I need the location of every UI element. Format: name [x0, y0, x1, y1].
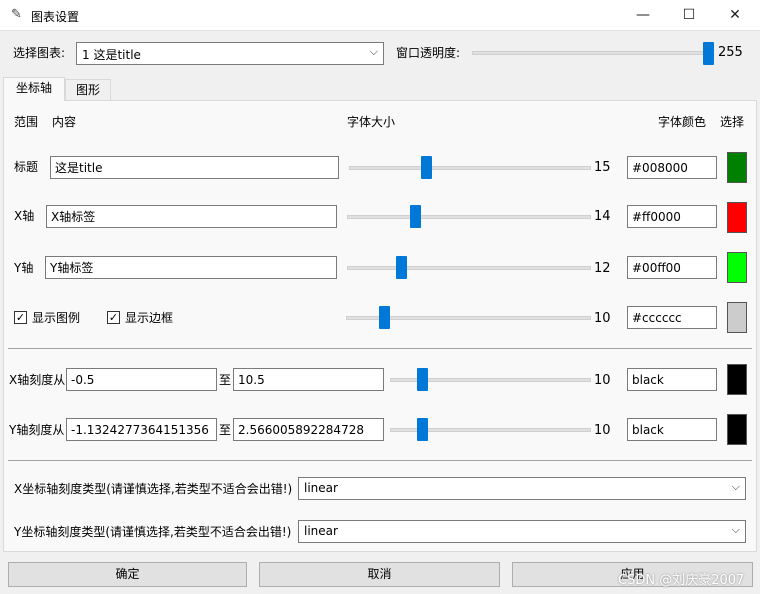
minimize-button[interactable]: — [620, 0, 666, 30]
watermark-text: CSDN @刘庆豪2007 [618, 573, 745, 588]
xaxis-size-slider[interactable] [347, 215, 591, 219]
ytick-from-field[interactable]: -1.1324277364151356 [66, 418, 217, 441]
xaxis-size-slider-thumb[interactable] [409, 205, 421, 228]
yaxis-size-slider[interactable] [347, 266, 591, 270]
chart-select-value: 1 这是title [82, 48, 141, 62]
xtick-size-value: 10 [594, 373, 611, 388]
legend-size-value: 10 [594, 311, 611, 326]
divider [8, 348, 752, 349]
x-scale-type-select[interactable]: linear ⌵ [298, 477, 746, 500]
opacity-value: 255 [718, 45, 743, 60]
xaxis-label-field[interactable]: X轴标签 [46, 205, 337, 228]
opacity-slider[interactable] [472, 51, 714, 55]
header-content: 内容 [52, 115, 77, 129]
legend-color-button[interactable] [727, 302, 747, 333]
header-scope: 范围 [14, 115, 39, 129]
title-size-value: 15 [594, 160, 611, 175]
legend-size-slider-thumb[interactable] [378, 306, 390, 329]
xtick-to-field[interactable]: 10.5 [233, 368, 384, 391]
title-row-label: 标题 [14, 160, 39, 174]
show-border-checkbox[interactable]: ✓ [107, 311, 120, 324]
header-choose: 选择 [720, 115, 745, 129]
header-font-color: 字体颜色 [658, 115, 707, 129]
xaxis-color-field[interactable]: #ff0000 [627, 205, 717, 228]
y-scale-type-value: linear [304, 524, 338, 538]
y-scale-type-label: Y坐标轴刻度类型(请谨慎选择,若类型不适合会出错!) [14, 525, 292, 539]
title-size-slider-thumb[interactable] [420, 156, 432, 179]
chevron-down-icon: ⌵ [731, 523, 740, 536]
xaxis-size-value: 14 [594, 209, 611, 224]
xtick-size-slider-thumb[interactable] [416, 368, 428, 391]
xaxis-row-label: X轴 [14, 209, 35, 223]
yaxis-color-button[interactable] [727, 252, 747, 283]
maximize-button[interactable]: ☐ [666, 0, 712, 30]
x-scale-type-label: X坐标轴刻度类型(请谨慎选择,若类型不适合会出错!) [14, 482, 293, 496]
ytick-to-field[interactable]: 2.566005892284728 [233, 418, 384, 441]
yaxis-size-value: 12 [594, 261, 611, 276]
opacity-slider-thumb[interactable] [703, 42, 714, 65]
window-title: 图表设置 [31, 10, 80, 24]
ytick-to-label: 至 [219, 423, 232, 437]
show-legend-label: 显示图例 [32, 311, 81, 325]
xtick-to-label: 至 [219, 373, 232, 387]
xtick-color-button[interactable] [727, 364, 747, 395]
show-legend-checkbox[interactable]: ✓ [14, 311, 27, 324]
yaxis-size-slider-thumb[interactable] [395, 256, 407, 279]
title-color-button[interactable] [727, 152, 747, 183]
header-font-size: 字体大小 [347, 115, 396, 129]
ytick-size-value: 10 [594, 423, 611, 438]
yaxis-color-field[interactable]: #00ff00 [627, 256, 717, 279]
title-color-field[interactable]: #008000 [627, 156, 717, 179]
ok-button[interactable]: 确定 [8, 562, 247, 587]
x-scale-type-value: linear [304, 481, 338, 495]
xaxis-color-button[interactable] [727, 202, 747, 233]
yaxis-label-field[interactable]: Y轴标签 [45, 256, 337, 279]
tab-axis[interactable]: 坐标轴 [3, 77, 65, 101]
chevron-down-icon: ⌵ [731, 480, 740, 493]
xtick-color-field[interactable]: black [627, 368, 717, 391]
show-border-label: 显示边框 [125, 311, 174, 325]
ytick-color-field[interactable]: black [627, 418, 717, 441]
feather-icon: ✎ [11, 7, 22, 22]
yaxis-row-label: Y轴 [14, 261, 34, 275]
ytick-color-button[interactable] [727, 414, 747, 445]
ytick-size-slider-thumb[interactable] [416, 418, 428, 441]
ytick-label: Y轴刻度从 [9, 423, 65, 437]
title-size-slider[interactable] [349, 166, 591, 170]
tab-shape[interactable]: 图形 [65, 79, 111, 101]
select-chart-label: 选择图表: [13, 46, 66, 60]
opacity-label: 窗口透明度: [396, 46, 461, 60]
chevron-down-icon: ⌵ [369, 45, 378, 58]
y-scale-type-select[interactable]: linear ⌵ [298, 520, 746, 543]
close-button[interactable]: ✕ [712, 0, 758, 30]
cancel-button[interactable]: 取消 [259, 562, 500, 587]
chart-select[interactable]: 1 这是title ⌵ [76, 42, 384, 65]
title-text-field[interactable]: 这是title [50, 156, 339, 179]
divider [8, 460, 752, 461]
legend-color-field[interactable]: #cccccc [627, 306, 717, 329]
xtick-from-field[interactable]: -0.5 [66, 368, 217, 391]
xtick-label: X轴刻度从 [9, 373, 66, 387]
